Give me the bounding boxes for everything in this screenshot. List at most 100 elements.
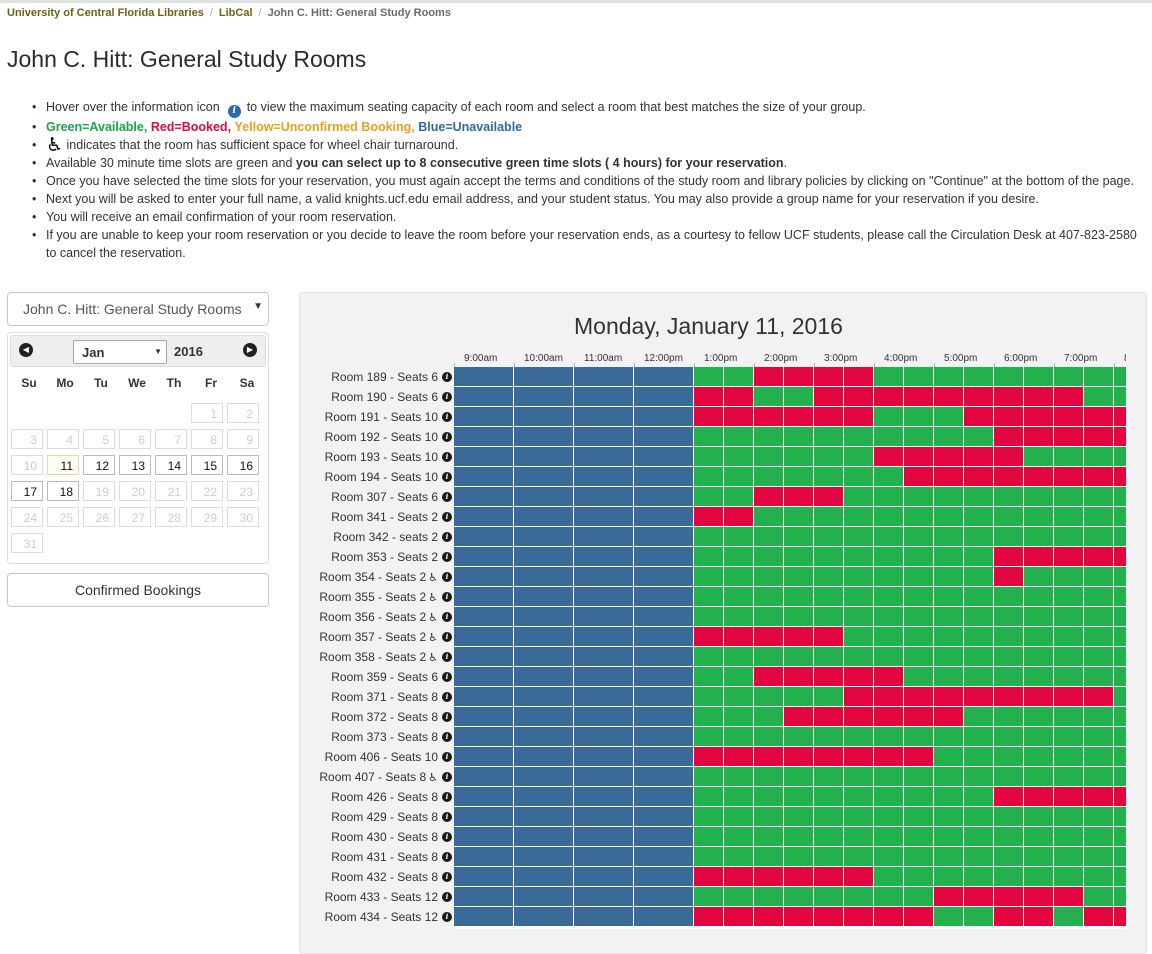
time-slot[interactable] bbox=[1084, 747, 1113, 766]
time-slot[interactable] bbox=[724, 607, 753, 626]
time-slot[interactable] bbox=[994, 747, 1023, 766]
time-slot[interactable] bbox=[874, 407, 903, 426]
time-slot[interactable] bbox=[754, 427, 783, 446]
time-slot[interactable] bbox=[934, 607, 963, 626]
time-slot[interactable] bbox=[754, 587, 783, 606]
time-slot[interactable] bbox=[784, 767, 813, 786]
time-slot[interactable] bbox=[934, 727, 963, 746]
info-icon[interactable]: i bbox=[442, 812, 452, 822]
time-slot[interactable] bbox=[844, 807, 873, 826]
time-slot[interactable] bbox=[994, 367, 1023, 386]
room-label[interactable]: Room 358 - Seats 2 ♿ i bbox=[319, 647, 454, 667]
time-slot[interactable] bbox=[934, 487, 963, 506]
time-slot[interactable] bbox=[934, 647, 963, 666]
room-label[interactable]: Room 341 - Seats 2 i bbox=[331, 507, 454, 527]
time-slot[interactable] bbox=[844, 627, 873, 646]
time-slot[interactable] bbox=[994, 847, 1023, 866]
calendar-day[interactable]: 18 bbox=[47, 481, 79, 501]
time-slot[interactable] bbox=[904, 867, 933, 886]
time-slot[interactable] bbox=[814, 507, 843, 526]
time-slot[interactable] bbox=[964, 827, 993, 846]
time-slot[interactable] bbox=[724, 667, 753, 686]
time-slot[interactable] bbox=[904, 567, 933, 586]
time-slot[interactable] bbox=[694, 547, 723, 566]
time-slot[interactable] bbox=[1024, 487, 1053, 506]
time-slot[interactable] bbox=[1024, 747, 1053, 766]
time-slot[interactable] bbox=[874, 767, 903, 786]
time-slot[interactable] bbox=[1024, 367, 1053, 386]
room-label[interactable]: Room 431 - Seats 8 i bbox=[331, 847, 454, 867]
info-icon[interactable]: i bbox=[442, 772, 452, 782]
time-slot[interactable] bbox=[904, 847, 933, 866]
info-icon[interactable]: i bbox=[442, 512, 452, 522]
time-slot[interactable] bbox=[724, 527, 753, 546]
info-icon[interactable]: i bbox=[442, 792, 452, 802]
time-slot[interactable] bbox=[694, 467, 723, 486]
time-slot[interactable] bbox=[934, 527, 963, 546]
time-slot[interactable] bbox=[814, 687, 843, 706]
time-slot[interactable] bbox=[694, 607, 723, 626]
prev-month-icon[interactable]: ◀ bbox=[19, 343, 33, 357]
time-slot[interactable] bbox=[754, 507, 783, 526]
room-label[interactable]: Room 357 - Seats 2 ♿ i bbox=[319, 627, 454, 647]
time-slot[interactable] bbox=[1024, 587, 1053, 606]
room-label[interactable]: Room 430 - Seats 8 i bbox=[331, 827, 454, 847]
time-slot[interactable] bbox=[934, 787, 963, 806]
time-slot[interactable] bbox=[1084, 447, 1113, 466]
room-label[interactable]: Room 342 - seats 2 i bbox=[333, 527, 454, 547]
time-slot[interactable] bbox=[1024, 627, 1053, 646]
time-slot[interactable] bbox=[1114, 887, 1126, 906]
time-slot[interactable] bbox=[874, 827, 903, 846]
room-label[interactable]: Room 353 - Seats 2 i bbox=[331, 547, 454, 567]
time-slot[interactable] bbox=[1084, 507, 1113, 526]
time-slot[interactable] bbox=[1054, 747, 1083, 766]
time-slot[interactable] bbox=[874, 527, 903, 546]
time-slot[interactable] bbox=[874, 567, 903, 586]
time-slot[interactable] bbox=[814, 427, 843, 446]
room-label[interactable]: Room 192 - Seats 10 i bbox=[325, 427, 454, 447]
time-slot[interactable] bbox=[964, 647, 993, 666]
time-slot[interactable] bbox=[694, 667, 723, 686]
time-slot[interactable] bbox=[994, 727, 1023, 746]
info-icon[interactable]: i bbox=[442, 392, 452, 402]
time-slot[interactable] bbox=[1054, 807, 1083, 826]
time-slot[interactable] bbox=[1084, 567, 1113, 586]
time-slot[interactable] bbox=[904, 807, 933, 826]
time-slot[interactable] bbox=[904, 607, 933, 626]
time-slot[interactable] bbox=[1114, 627, 1126, 646]
time-slot[interactable] bbox=[694, 587, 723, 606]
time-slot[interactable] bbox=[874, 467, 903, 486]
time-slot[interactable] bbox=[814, 607, 843, 626]
room-label[interactable]: Room 429 - Seats 8 i bbox=[331, 807, 454, 827]
time-slot[interactable] bbox=[964, 727, 993, 746]
time-slot[interactable] bbox=[964, 547, 993, 566]
room-label[interactable]: Room 307 - Seats 6 i bbox=[331, 487, 454, 507]
time-slot[interactable] bbox=[784, 387, 813, 406]
time-slot[interactable] bbox=[994, 627, 1023, 646]
room-label[interactable]: Room 407 - Seats 8 ♿ i bbox=[319, 767, 454, 787]
time-slot[interactable] bbox=[1084, 767, 1113, 786]
time-slot[interactable] bbox=[814, 647, 843, 666]
time-slot[interactable] bbox=[724, 787, 753, 806]
room-label[interactable]: Room 193 - Seats 10 i bbox=[325, 447, 454, 467]
time-slot[interactable] bbox=[844, 827, 873, 846]
time-slot[interactable] bbox=[754, 527, 783, 546]
time-slot[interactable] bbox=[904, 507, 933, 526]
time-slot[interactable] bbox=[874, 807, 903, 826]
info-icon[interactable]: i bbox=[442, 472, 452, 482]
time-slot[interactable] bbox=[934, 407, 963, 426]
time-slot[interactable] bbox=[1114, 607, 1126, 626]
time-slot[interactable] bbox=[934, 847, 963, 866]
time-slot[interactable] bbox=[1084, 607, 1113, 626]
time-slot[interactable] bbox=[964, 907, 993, 926]
time-slot[interactable] bbox=[724, 767, 753, 786]
time-slot[interactable] bbox=[1114, 487, 1126, 506]
time-slot[interactable] bbox=[874, 587, 903, 606]
time-slot[interactable] bbox=[1114, 707, 1126, 726]
time-slot[interactable] bbox=[904, 487, 933, 506]
time-slot[interactable] bbox=[844, 847, 873, 866]
room-label[interactable]: Room 433 - Seats 12 i bbox=[325, 887, 454, 907]
time-slot[interactable] bbox=[1054, 607, 1083, 626]
room-label[interactable]: Room 406 - Seats 10 i bbox=[325, 747, 454, 767]
time-slot[interactable] bbox=[754, 887, 783, 906]
